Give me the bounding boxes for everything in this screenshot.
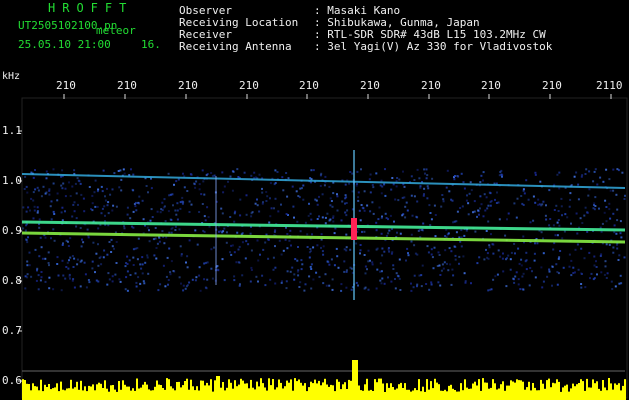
meteor-label: meteor xyxy=(96,24,136,37)
plot-frame xyxy=(21,97,628,399)
x-tick-label: 210 xyxy=(481,79,501,92)
x-tick-label: 210 xyxy=(239,79,259,92)
x-tick-label: 210 xyxy=(178,79,198,92)
app-title: HROFFT xyxy=(48,1,134,15)
y-tick-label: 0.8 xyxy=(2,274,22,287)
x-tick-label: 2110 xyxy=(596,79,623,92)
x-tick-label: 210 xyxy=(360,79,380,92)
x-tick-label: 210 xyxy=(421,79,441,92)
x-tick-label: 210 xyxy=(56,79,76,92)
x-tick-label: 210 xyxy=(542,79,562,92)
interval-value: 16. xyxy=(141,38,161,51)
meteor-echo-head xyxy=(351,218,357,240)
y-tick-label: 1.1 xyxy=(2,124,22,137)
y-tick-label: 0.9 xyxy=(2,224,22,237)
x-tick-label: 210 xyxy=(299,79,319,92)
x-tick-label: 210 xyxy=(117,79,137,92)
antenna-label: Receiving Antenna xyxy=(179,40,292,53)
spectrogram-plot xyxy=(18,94,628,400)
y-tick-label: 1.0 xyxy=(2,174,22,187)
datetime-stamp: 25.05.10 21:00 xyxy=(18,38,111,51)
antenna-value: : 3el Yagi(V) Az 330 for Vladivostok xyxy=(314,40,553,53)
y-tick-label: 0.6 xyxy=(2,374,22,387)
y-axis-ticks xyxy=(18,130,22,382)
y-tick-label: 0.7 xyxy=(2,324,22,337)
frequency-unit-label: kHz xyxy=(2,71,21,82)
